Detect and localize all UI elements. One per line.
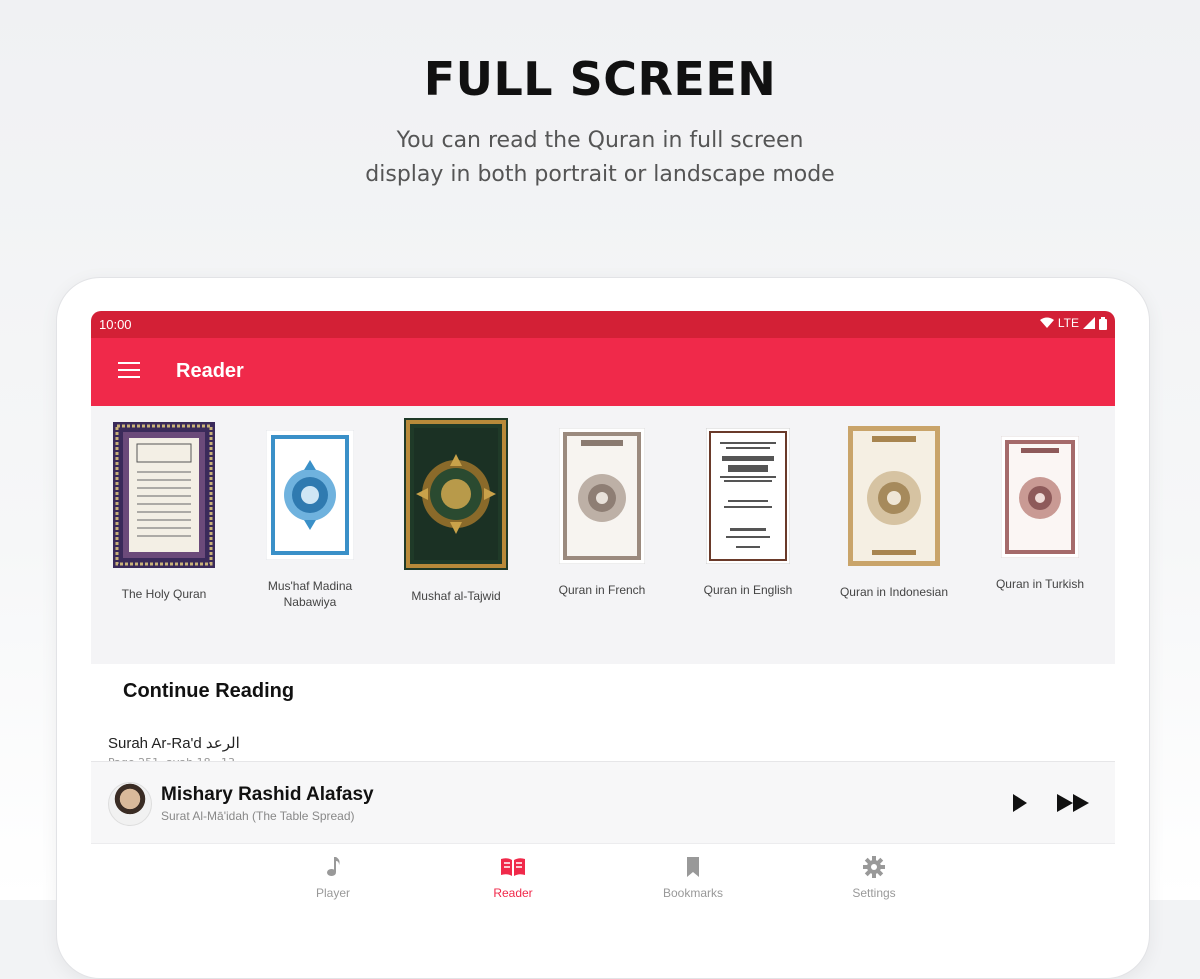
continue-reading-item[interactable]: Surah Ar-Ra'd الرعد (108, 734, 240, 752)
wifi-icon (1039, 317, 1054, 328)
tab-player-label: Player (315, 886, 350, 900)
tab-reader-label: Reader (493, 886, 533, 900)
reciter-avatar (108, 782, 152, 826)
book-cover-quran-english (705, 427, 791, 565)
music-note-icon (327, 857, 340, 876)
book-cover-mushaf-tajwid (404, 418, 508, 570)
bookmark-icon (687, 857, 699, 877)
book-cover-quran-indonesian (848, 426, 940, 566)
app-bar: Reader (91, 338, 1115, 406)
book-label: Quran in Indonesian (839, 585, 949, 599)
promo-subtitle: You can read the Quran in full screen di… (0, 124, 1200, 192)
book-label: Mus'haf Madina Nabawiya (267, 579, 353, 609)
book-label: Quran in French (558, 583, 646, 597)
book-cover-quran-french (558, 427, 646, 565)
book-mushaf-tajwid[interactable]: Mushaf al-Tajwid (388, 418, 524, 604)
battery-icon (1099, 316, 1107, 330)
promo-subtitle-line1: You can read the Quran in full screen (396, 128, 804, 153)
tab-reader[interactable]: Reader (453, 854, 573, 900)
book-cover-mushaf-madina (265, 429, 355, 561)
tab-bookmarks-label: Bookmarks (662, 886, 724, 900)
reciter-name: Mishary Rashid Alafasy (161, 784, 374, 805)
book-label: The Holy Quran (121, 587, 207, 601)
book-holy-quran[interactable]: The Holy Quran (96, 422, 232, 602)
tab-bookmarks[interactable]: Bookmarks (633, 854, 753, 900)
fast-forward-icon[interactable] (1057, 794, 1091, 812)
bottom-navigation: Player Reader Bookmarks Settings (91, 843, 1115, 911)
book-mushaf-madina[interactable]: Mus'haf Madina Nabawiya (242, 422, 378, 610)
book-quran-english[interactable]: Quran in English (680, 422, 816, 598)
tab-settings[interactable]: Settings (814, 854, 934, 900)
book-quran-indonesian[interactable]: Quran in Indonesian (826, 422, 962, 600)
book-cover-holy-quran (113, 422, 215, 568)
book-label: Quran in Turkish (995, 577, 1085, 591)
mini-player[interactable]: Mishary Rashid Alafasy Surat Al-Mā'idah … (91, 761, 1115, 844)
track-title: Surat Al-Mā'idah (The Table Spread) (161, 809, 355, 823)
book-shelf: The Holy Quran Mus'haf Madina Nabawiya M… (91, 406, 1115, 664)
continue-reading-heading: Continue Reading (123, 680, 295, 702)
book-cover-quran-turkish (1000, 435, 1080, 559)
menu-icon[interactable] (118, 362, 140, 380)
promo-subtitle-line2: display in both portrait or landscape mo… (365, 162, 835, 187)
app-bar-title: Reader (176, 360, 244, 382)
play-icon[interactable] (1013, 794, 1027, 812)
promo-headline: FULL SCREEN (423, 52, 777, 106)
signal-icon (1083, 317, 1095, 329)
book-quran-french[interactable]: Quran in French (534, 422, 670, 598)
tab-settings-label: Settings (852, 886, 896, 900)
status-time: 10:00 (99, 317, 132, 332)
continue-reading-section: Continue Reading Surah Ar-Ra'd الرعد Pag… (91, 664, 1115, 769)
gear-icon (863, 856, 885, 878)
book-label: Mushaf al-Tajwid (411, 589, 501, 603)
app-screen: 10:00 LTE Reader The Holy Quran Mus'haf … (91, 311, 1115, 911)
tab-player[interactable]: Player (273, 854, 393, 900)
book-quran-turkish[interactable]: Quran in Turkish (972, 422, 1108, 592)
book-label: Quran in English (703, 583, 793, 597)
status-bar: 10:00 LTE (91, 311, 1115, 338)
status-icons: LTE (1039, 316, 1107, 330)
book-open-icon (501, 858, 525, 876)
network-label: LTE (1057, 316, 1079, 330)
